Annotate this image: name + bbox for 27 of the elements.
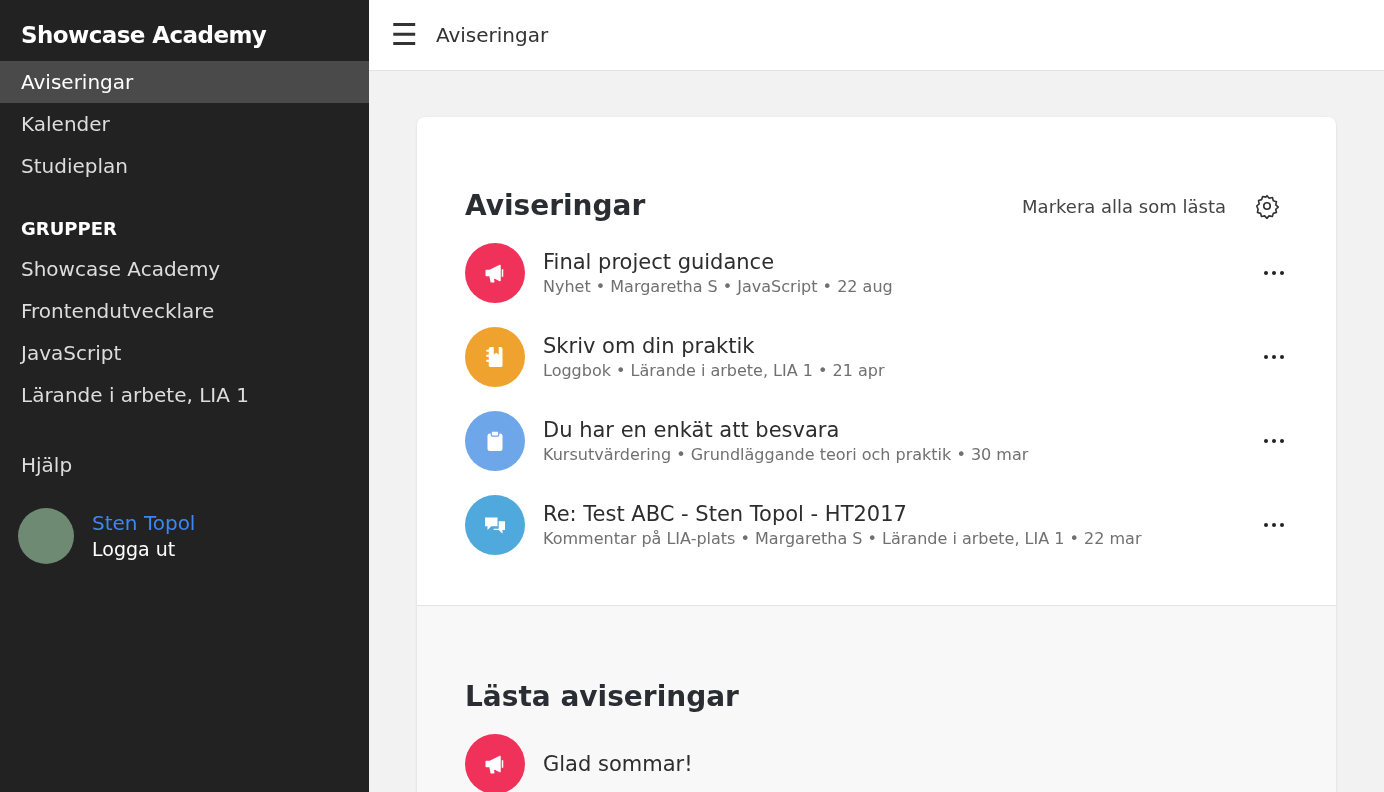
nav-item[interactable]: JavaScript — [0, 331, 369, 374]
notification-title[interactable]: Final project guidance — [543, 248, 1242, 276]
notification-title[interactable]: Glad sommar! — [543, 750, 1288, 778]
mark-all-read-link[interactable]: Markera alla som lästa — [1022, 192, 1226, 220]
notification-title[interactable]: Skriv om din praktik — [543, 332, 1242, 360]
nav-item[interactable]: Showcase Academy — [0, 247, 369, 290]
notification-meta: Kursutvärdering • Grundläggande teori och praktik • 30 mar — [543, 444, 1030, 466]
nav-item[interactable]: Frontendutvecklare — [0, 289, 369, 332]
app-title: Showcase Academy — [20, 21, 268, 50]
nav-item[interactable]: Kalender — [0, 102, 369, 145]
logout-link[interactable]: Logga ut — [92, 535, 196, 562]
notification-meta: Kommentar på LIA-plats • Margaretha S • Lärande i arbete, LIA 1 • 22 mar — [543, 528, 1143, 550]
section-title: Aviseringar — [465, 188, 647, 224]
notification-title[interactable]: Du har en enkät att besvara — [543, 416, 1242, 444]
notification-title[interactable]: Re: Test ABC - Sten Topol - HT2017 — [543, 500, 1242, 528]
section-title: Lästa aviseringar — [465, 679, 740, 715]
settings-icon[interactable] — [1254, 193, 1280, 219]
notification-meta: Nyhet • Margaretha S • JavaScript • 22 aug — [543, 276, 894, 298]
notification-meta: Loggbok • Lärande i arbete, LIA 1 • 21 apr — [543, 360, 886, 382]
menu-button[interactable]: ☰ — [391, 20, 418, 50]
nav-item[interactable]: Lärande i arbete, LIA 1 — [0, 373, 369, 416]
help-link[interactable]: Hjälp — [0, 443, 369, 486]
nav-item[interactable]: Aviseringar — [0, 60, 369, 103]
page-title: Aviseringar — [435, 22, 549, 49]
user-name-link[interactable]: Sten Topol — [92, 509, 196, 536]
section-heading: GRUPPER — [20, 216, 118, 241]
nav-item[interactable]: Studieplan — [0, 144, 369, 187]
